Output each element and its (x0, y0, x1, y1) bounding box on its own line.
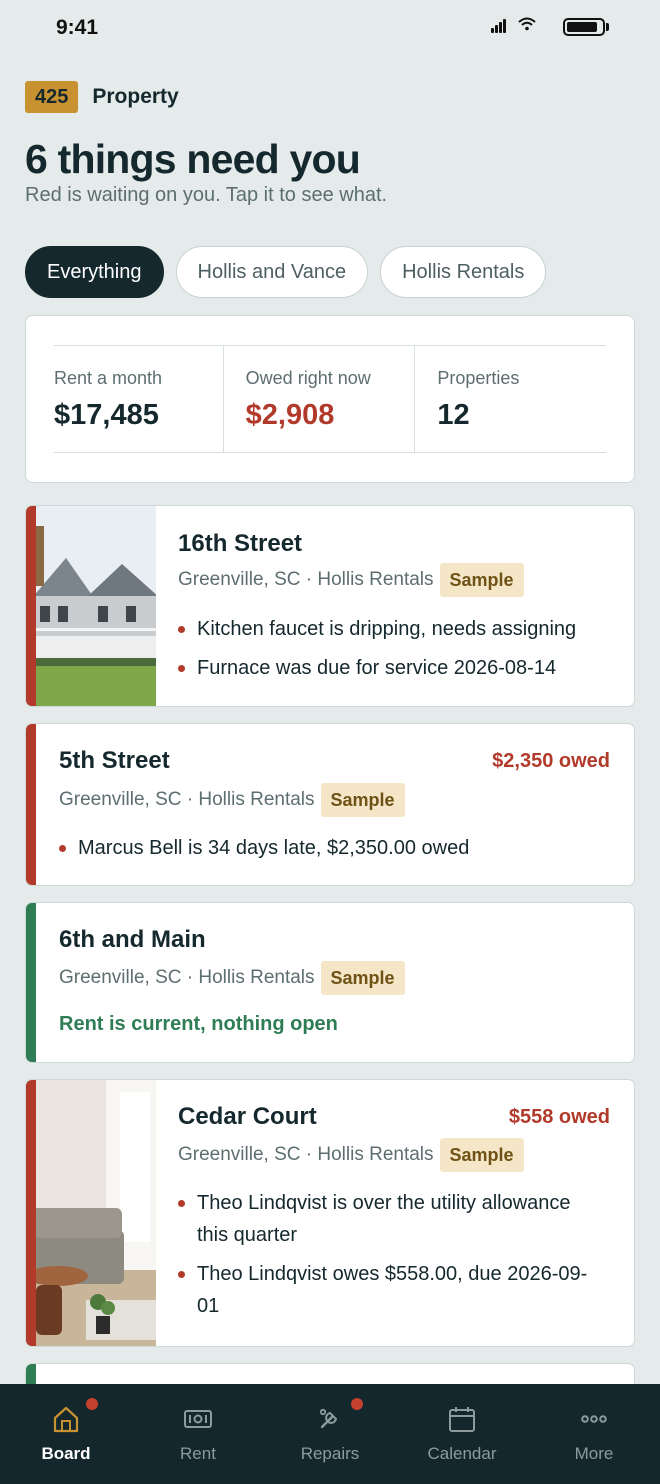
filter-hollis-and-vance[interactable]: Hollis and Vance (175, 246, 369, 298)
card-location: Greenville, SC · Hollis Rentals (178, 1144, 434, 1165)
stat-owed: Owed right now $2,908 (222, 346, 415, 452)
status-bar-red (26, 1080, 36, 1346)
battery-icon (563, 18, 605, 36)
card-title: 5th Street (59, 747, 170, 774)
status-bar-red (26, 506, 36, 706)
card-location: Greenville, SC · Hollis Rentals (178, 569, 434, 590)
tab-repairs[interactable]: Repairs (264, 1384, 396, 1484)
tab-board[interactable]: Board (0, 1384, 132, 1484)
card-meta: Greenville, SC · Hollis Rentals Sample (178, 563, 524, 597)
filter-everything[interactable]: Everything (25, 246, 164, 298)
status-bar-green (26, 903, 36, 1062)
filter-hollis-rentals[interactable]: Hollis Rentals (380, 246, 547, 298)
issue-item: Furnace was due for service 2026-08-14 (178, 652, 576, 684)
sample-tag: Sample (320, 783, 405, 817)
wrench-icon (319, 1408, 338, 1429)
card-meta: Greenville, SC · Hollis Rentals Sample (59, 961, 405, 995)
status-ok-text: Rent is current, nothing open (59, 1013, 338, 1035)
more-icon (581, 1415, 607, 1423)
page-subtitle: Red is waiting on you. Tap it to see wha… (25, 184, 388, 206)
notification-dot (86, 1398, 98, 1410)
card-title: 16th Street (178, 530, 303, 557)
status-bar: 9:41 (0, 0, 660, 56)
stat-rent-label: Rent a month (54, 368, 163, 388)
sample-tag: Sample (439, 563, 524, 597)
stat-properties: Properties 12 (414, 346, 606, 452)
card-title: 6th and Main (59, 926, 206, 953)
brand-name: Property (92, 85, 179, 108)
owed-amount: $558 owed (508, 1106, 610, 1128)
tab-label: Repairs (300, 1444, 360, 1463)
stat-properties-value: 12 (437, 399, 470, 431)
stat-properties-label: Properties (437, 368, 520, 388)
tab-rent[interactable]: Rent (132, 1384, 264, 1484)
calendar-icon (449, 1407, 475, 1432)
card-title: Cedar Court (178, 1103, 317, 1130)
tab-label: More (574, 1444, 614, 1463)
stat-rent-value: $17,485 (54, 399, 159, 431)
tab-calendar[interactable]: Calendar (396, 1384, 528, 1484)
tab-more[interactable]: More (528, 1384, 660, 1484)
house-photo (36, 506, 156, 706)
stat-owed-label: Owed right now (245, 368, 371, 388)
brand-badge: 425 (25, 81, 79, 113)
issue-item: Kitchen faucet is dripping, needs assign… (178, 613, 576, 645)
property-card-16th-street[interactable]: 16th Street Greenville, SC · Hollis Rent… (25, 505, 635, 707)
cash-icon (184, 1410, 212, 1428)
bottom-tab-bar: Board Rent Repairs Calendar More (0, 1384, 660, 1484)
page-title: 6 things need you (25, 136, 361, 182)
card-meta: Greenville, SC · Hollis Rentals Sample (178, 1138, 524, 1172)
issue-item: Marcus Bell is 34 days late, $2,350.00 o… (59, 832, 469, 864)
wifi-icon (518, 17, 536, 31)
issue-list: Theo Lindqvist is over the utility allow… (178, 1187, 603, 1329)
status-time: 9:41 (56, 16, 99, 39)
tab-label: Rent (180, 1444, 216, 1463)
stat-owed-value: $2,908 (245, 399, 335, 431)
issue-list: Marcus Bell is 34 days late, $2,350.00 o… (59, 832, 469, 871)
status-bar-red (26, 724, 36, 885)
card-meta: Greenville, SC · Hollis Rentals Sample (59, 783, 405, 817)
issue-item: Theo Lindqvist is over the utility allow… (178, 1187, 603, 1251)
issue-list: Kitchen faucet is dripping, needs assign… (178, 613, 576, 691)
property-card-6th-and-main[interactable]: 6th and Main Greenville, SC · Hollis Ren… (25, 902, 635, 1063)
issue-item: Theo Lindqvist owes $558.00, due 2026-09… (178, 1258, 603, 1322)
property-card-5th-street[interactable]: 5th Street $2,350 owed Greenville, SC · … (25, 723, 635, 886)
home-icon (53, 1406, 79, 1433)
sample-tag: Sample (439, 1138, 524, 1172)
tab-label: Board (41, 1444, 91, 1463)
sample-tag: Sample (320, 961, 405, 995)
summary-card: Rent a month $17,485 Owed right now $2,9… (25, 315, 635, 483)
interior-photo (36, 1080, 156, 1346)
signal-icon (491, 19, 507, 33)
brand: 425 Property (25, 81, 179, 113)
stat-rent: Rent a month $17,485 (54, 346, 223, 452)
owed-amount: $2,350 owed (492, 750, 610, 772)
card-location: Greenville, SC · Hollis Rentals (59, 789, 315, 810)
notification-dot (351, 1398, 363, 1410)
tab-label: Calendar (427, 1444, 497, 1463)
filter-chips: Everything Hollis and Vance Hollis Renta… (25, 246, 547, 298)
card-location: Greenville, SC · Hollis Rentals (59, 967, 315, 988)
property-card-cedar-court[interactable]: Cedar Court $558 owed Greenville, SC · H… (25, 1079, 635, 1347)
